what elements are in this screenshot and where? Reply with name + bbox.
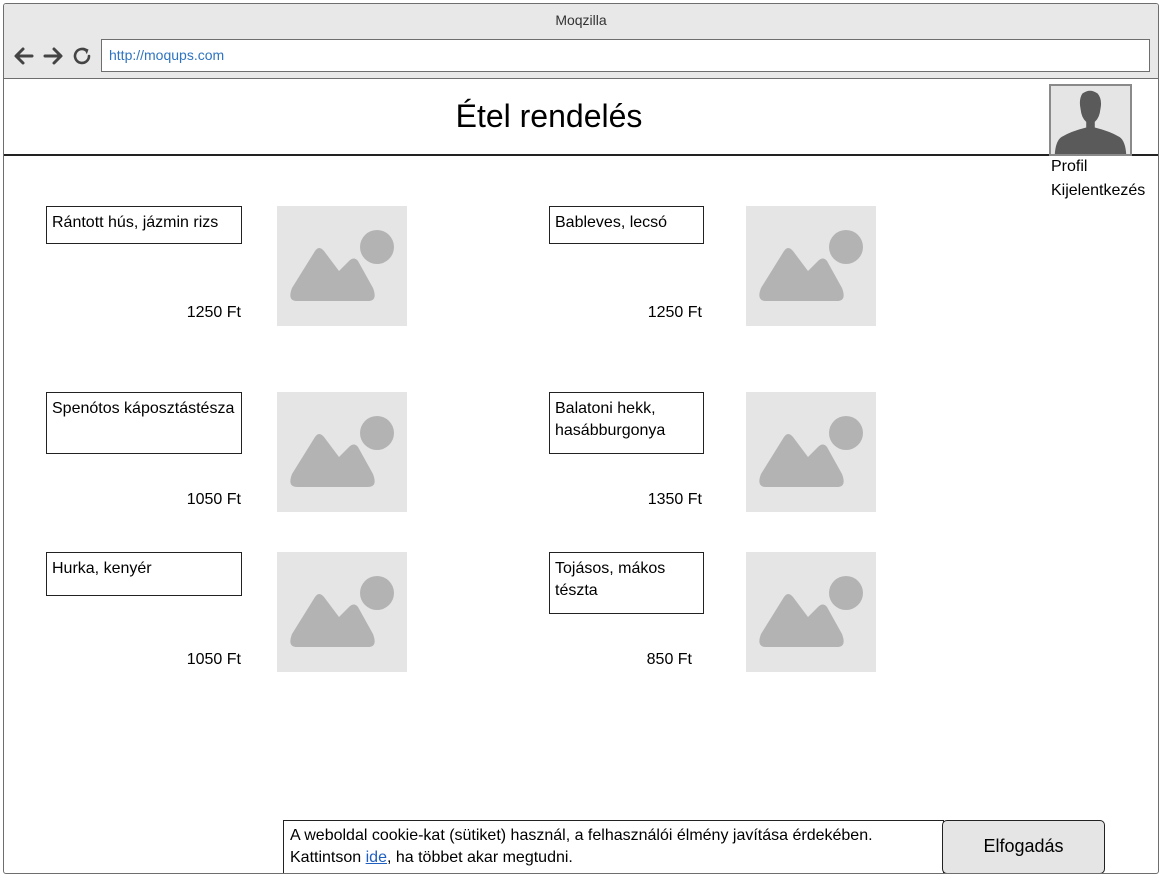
url-input[interactable]: http://moqups.com: [101, 39, 1150, 72]
accept-cookies-button[interactable]: Elfogadás: [942, 820, 1105, 873]
profile-link[interactable]: Profil: [1051, 158, 1087, 176]
page-title: Étel rendelés: [455, 98, 643, 134]
image-placeholder-icon[interactable]: [746, 392, 876, 512]
page-header: Étel rendelés: [4, 80, 1158, 156]
image-placeholder-icon[interactable]: [277, 552, 407, 672]
cookie-banner: A weboldal cookie-kat (sütiket) használ,…: [283, 820, 944, 873]
image-placeholder-icon[interactable]: [277, 206, 407, 326]
food-name[interactable]: Hurka, kenyér: [46, 552, 242, 596]
food-name[interactable]: Balatoni hekk, hasábburgonya: [549, 392, 704, 454]
food-price: 1050 Ft: [186, 651, 241, 668]
reload-icon[interactable]: [70, 44, 94, 68]
image-placeholder-icon[interactable]: [746, 206, 876, 326]
food-price: 1250 Ft: [647, 304, 702, 321]
image-placeholder-icon[interactable]: [746, 552, 876, 672]
food-name[interactable]: Bableves, lecsó: [549, 206, 704, 244]
browser-chrome: Moqzilla http://moqups.com: [4, 4, 1158, 79]
food-price: 1250 Ft: [186, 304, 241, 321]
logout-link[interactable]: Kijelentkezés: [1051, 182, 1145, 200]
food-price: 850 Ft: [646, 651, 692, 668]
browser-window: Moqzilla http://moqups.com Étel rendelés…: [3, 3, 1159, 874]
food-price: 1050 Ft: [186, 491, 241, 508]
arrow-left-icon[interactable]: [12, 44, 36, 68]
food-name[interactable]: Tojásos, mákos tészta: [549, 552, 704, 614]
cookie-text-after: , ha többet akar megtudni.: [386, 849, 573, 866]
cookie-text-before: Kattintson: [290, 849, 366, 866]
arrow-right-icon[interactable]: [41, 44, 65, 68]
cookie-text-line2: Kattintson ide, ha többet akar megtudni.: [290, 847, 937, 869]
user-silhouette-icon[interactable]: [1049, 84, 1132, 156]
window-title: Moqzilla: [555, 12, 607, 28]
cookie-text-line1: A weboldal cookie-kat (sütiket) használ,…: [290, 827, 873, 844]
food-name[interactable]: Rántott hús, jázmin rizs: [46, 206, 242, 244]
image-placeholder-icon[interactable]: [277, 392, 407, 512]
food-name[interactable]: Spenótos káposztástészа: [46, 392, 242, 454]
food-price: 1350 Ft: [647, 491, 702, 508]
cookie-info-link[interactable]: ide: [366, 849, 387, 866]
